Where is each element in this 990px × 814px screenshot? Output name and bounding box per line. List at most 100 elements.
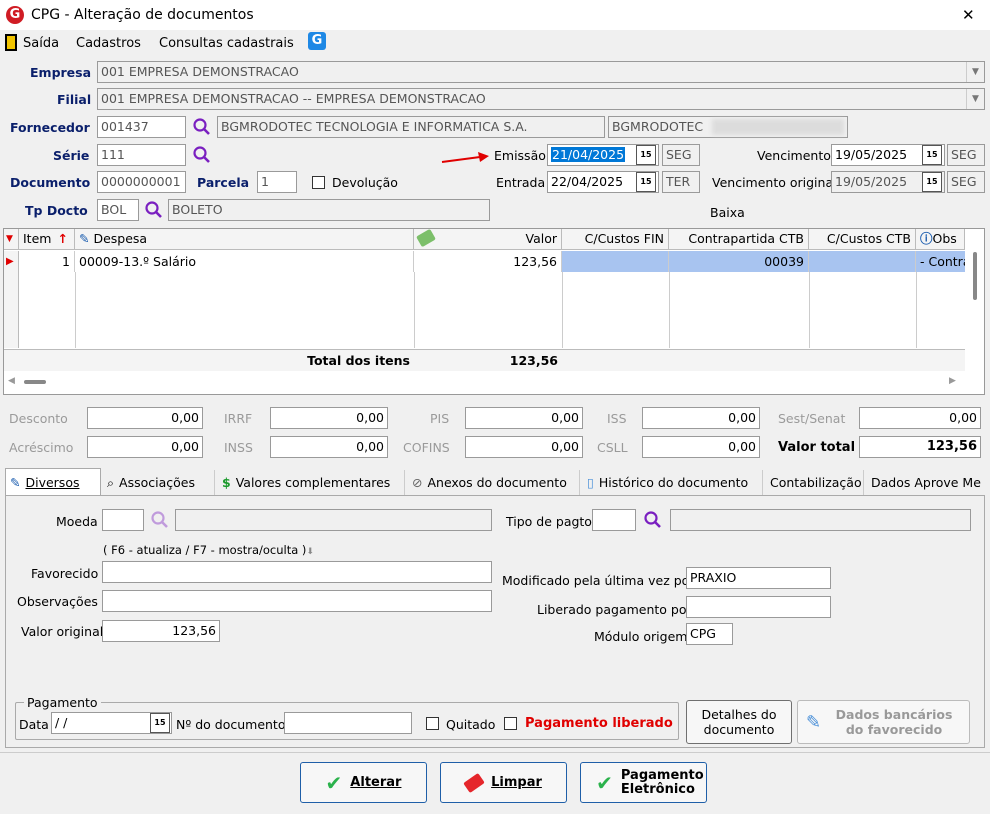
pagamento-group-label: Pagamento — [24, 695, 101, 710]
modulo-input[interactable]: CPG — [686, 623, 733, 645]
col-obs[interactable]: ⓘObs — [916, 229, 965, 250]
close-icon[interactable]: ✕ — [962, 6, 975, 24]
search-icon[interactable] — [192, 145, 212, 165]
col-contrapartida[interactable]: Contrapartida CTB — [669, 229, 809, 250]
edit-icon: ✎ — [79, 231, 90, 246]
devolucao-checkbox[interactable] — [312, 176, 325, 189]
irrf-input[interactable]: 0,00 — [270, 407, 388, 429]
empresa-value: 001 EMPRESA DEMONSTRACAO — [101, 64, 299, 79]
parcela-input[interactable]: 1 — [257, 171, 297, 193]
scroll-right-icon[interactable]: ▶ — [949, 376, 956, 386]
detalhes-documento-button[interactable]: Detalhes do documento — [686, 700, 792, 744]
liberado-label: Liberado pagamento por — [537, 602, 692, 617]
tipo-pagto-label: Tipo de pagto — [506, 514, 592, 529]
favorecido-input[interactable] — [102, 561, 492, 583]
pagamento-eletronico-button[interactable]: ✔ Pagamento Eletrônico — [580, 762, 707, 803]
col-despesa[interactable]: ✎ Despesa — [75, 229, 414, 250]
observacoes-input[interactable] — [102, 590, 492, 612]
pis-input[interactable]: 0,00 — [465, 407, 583, 429]
info-icon: ⓘ — [920, 231, 933, 246]
hscroll-thumb[interactable] — [24, 380, 46, 384]
cofins-input[interactable]: 0,00 — [465, 436, 583, 458]
scroll-thumb[interactable] — [973, 252, 977, 300]
fornecedor-code-input[interactable]: 001437 — [97, 116, 186, 138]
iss-label: ISS — [607, 411, 627, 426]
tab-valores-complementares[interactable]: $ Valores complementares — [218, 470, 405, 496]
tab-anexos[interactable]: ⊘ Anexos do documento — [408, 470, 580, 496]
emissao-value: 21/04/2025 — [551, 147, 626, 162]
favorecido-label: Favorecido — [31, 566, 99, 581]
venc-orig-dow: SEG — [947, 171, 985, 193]
vencimento-dow: SEG — [947, 144, 985, 166]
pag-liberado-checkbox[interactable] — [504, 717, 517, 730]
pencil-icon: ✎ — [10, 474, 21, 490]
calendar-icon[interactable]: 15 — [636, 145, 656, 165]
col-ccctb[interactable]: C/Custos CTB — [809, 229, 916, 250]
tab-aprove-me[interactable]: Dados Aprove Me — [867, 470, 985, 496]
cell-obs: - Contra — [916, 251, 965, 272]
moeda-label: Moeda — [56, 514, 98, 529]
search-icon[interactable] — [643, 510, 663, 530]
app-g-icon[interactable]: G — [308, 32, 326, 50]
search-icon[interactable] — [144, 200, 164, 220]
tab-associacoes[interactable]: ⌕ Associações — [103, 470, 215, 496]
fornecedor-label: Fornecedor — [10, 120, 90, 135]
quitado-checkbox[interactable] — [426, 717, 439, 730]
calendar-icon[interactable]: 15 — [636, 172, 656, 192]
row-indicator: ▶ — [4, 251, 19, 272]
serie-input[interactable]: 111 — [97, 144, 186, 166]
modificado-input[interactable]: PRAXIO — [686, 567, 831, 589]
check-icon: ✔ — [596, 770, 613, 795]
sest-label: Sest/Senat — [778, 411, 846, 426]
tab-contabilizacao[interactable]: Contabilização — [766, 470, 864, 496]
chevron-down-icon[interactable]: ▼ — [966, 89, 984, 109]
desconto-input[interactable]: 0,00 — [87, 407, 203, 429]
tipo-pagto-input[interactable] — [592, 509, 636, 531]
table-row[interactable]: 1 00009-13.º Salário 123,56 00039 - Cont… — [19, 251, 965, 272]
money-icon — [416, 229, 436, 248]
vencimento-label: Vencimento — [757, 148, 831, 163]
ndoc-input[interactable] — [284, 712, 412, 734]
iss-input[interactable]: 0,00 — [642, 407, 760, 429]
vertical-scrollbar[interactable] — [968, 250, 984, 370]
tab-diversos[interactable]: ✎ Diversos — [5, 468, 101, 496]
scroll-left-icon[interactable]: ◀ — [8, 376, 15, 386]
pis-label: PIS — [430, 411, 450, 426]
search-icon[interactable] — [192, 117, 212, 137]
horizontal-scrollbar[interactable]: ◀ ▶ — [4, 373, 964, 391]
acrescimo-label: Acréscimo — [9, 440, 74, 455]
search-icon[interactable] — [150, 510, 170, 530]
parcela-label: Parcela — [197, 175, 250, 190]
liberado-input[interactable] — [686, 596, 831, 618]
menu-saida[interactable]: Saída — [23, 36, 59, 51]
sest-input[interactable]: 0,00 — [859, 407, 981, 429]
menu-consultas[interactable]: Consultas cadastrais — [159, 36, 294, 51]
dados-bancarios-button[interactable]: ✎ Dados bancários do favorecido — [797, 700, 970, 744]
acrescimo-input[interactable]: 0,00 — [87, 436, 203, 458]
alterar-button[interactable]: ✔ Alterar — [300, 762, 427, 803]
chevron-down-icon[interactable]: ▼ — [966, 62, 984, 82]
moeda-input[interactable] — [102, 509, 144, 531]
menu-cadastros[interactable]: Cadastros — [76, 36, 141, 51]
entrada-label: Entrada — [496, 175, 546, 190]
venc-orig-label: Vencimento original — [712, 175, 837, 190]
cofins-label: COFINS — [403, 440, 450, 455]
valor-original-input[interactable]: 123,56 — [102, 620, 220, 642]
cell-contrapartida: 00039 — [669, 251, 809, 272]
limpar-button[interactable]: Limpar — [440, 762, 567, 803]
calendar-icon[interactable]: 15 — [922, 145, 942, 165]
inss-input[interactable]: 0,00 — [270, 436, 388, 458]
calendar-icon[interactable]: 15 — [150, 713, 170, 733]
tpdocto-label: Tp Docto — [25, 203, 88, 218]
col-ccfin[interactable]: C/Custos FIN — [562, 229, 669, 250]
col-item[interactable]: Item ↑ — [19, 229, 75, 250]
empresa-select[interactable]: 001 EMPRESA DEMONSTRACAO ▼ — [97, 61, 985, 83]
tab-historico[interactable]: ▯ Histórico do documento — [583, 470, 763, 496]
tpdocto-input[interactable]: BOL — [97, 199, 139, 221]
col-valor[interactable]: Valor — [414, 229, 562, 250]
observacoes-label: Observações — [17, 594, 98, 609]
cell-item: 1 — [19, 251, 75, 272]
filial-select[interactable]: 001 EMPRESA DEMONSTRACAO -- EMPRESA DEMO… — [97, 88, 985, 110]
csll-input[interactable]: 0,00 — [642, 436, 760, 458]
documento-input[interactable]: 0000000001 — [97, 171, 186, 193]
